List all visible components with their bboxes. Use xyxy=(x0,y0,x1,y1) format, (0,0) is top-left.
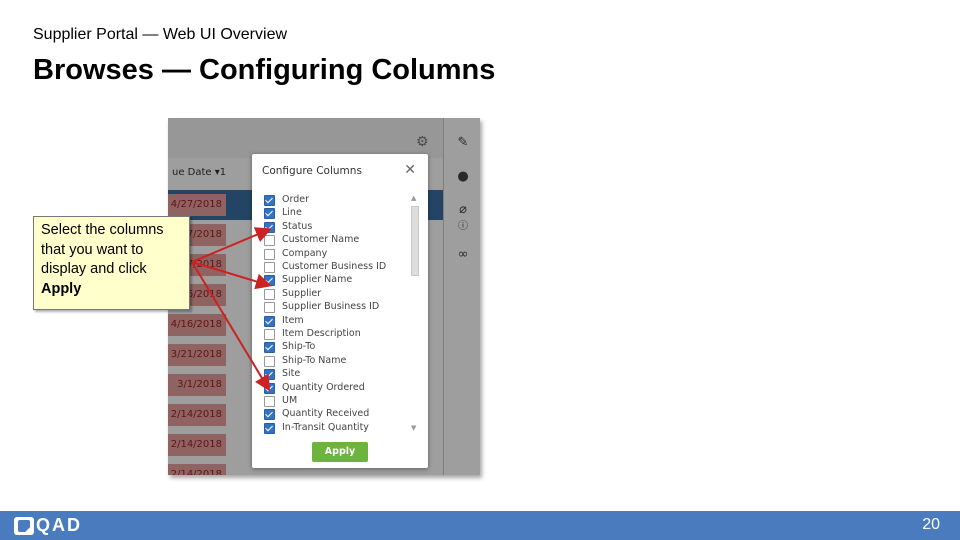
column-option-item-description[interactable]: Item Description xyxy=(262,328,412,341)
column-option-supplier-business-id[interactable]: Supplier Business ID xyxy=(262,301,412,314)
column-option-label: Status xyxy=(282,220,313,232)
column-option-order[interactable]: Order xyxy=(262,194,412,207)
checkbox[interactable] xyxy=(264,275,275,287)
checkbox[interactable] xyxy=(264,409,275,421)
column-option-supplier[interactable]: Supplier xyxy=(262,288,412,301)
scroll-thumb[interactable] xyxy=(411,206,419,276)
checkbox[interactable] xyxy=(264,329,275,340)
instruction-callout: Select the columns that you want to disp… xyxy=(33,216,190,310)
close-icon[interactable]: ✕ xyxy=(404,162,416,178)
column-option-label: Customer Business ID xyxy=(282,261,387,272)
footer-bar: QAD 20 xyxy=(0,511,960,540)
checkbox[interactable] xyxy=(264,262,275,273)
column-list[interactable]: Order Line Status Customer Name Company Custo… xyxy=(262,194,420,434)
screenshot: ⚙ ue Date ▾1 4/27/2018 4/27/2018 4/27/2018… xyxy=(168,118,480,475)
checkbox[interactable] xyxy=(264,248,275,260)
column-option-label: Quantity Received xyxy=(282,408,370,420)
column-option-label: Company xyxy=(282,247,328,259)
column-option-label: In-Transit Quantity xyxy=(282,421,369,433)
checkbox[interactable] xyxy=(264,302,275,314)
page-number: 20 xyxy=(922,516,940,533)
column-option-label: Ship-To xyxy=(282,341,316,353)
checkbox[interactable] xyxy=(264,288,275,300)
checkbox[interactable] xyxy=(264,422,275,434)
callout-text: Select the columns that you want to disp… xyxy=(41,222,164,277)
scroll-down-icon[interactable]: ▼ xyxy=(411,424,416,432)
scrollbar[interactable]: ▲ ▼ xyxy=(411,194,419,434)
column-option-label: Item Description xyxy=(282,328,361,339)
scroll-up-icon[interactable]: ▲ xyxy=(411,194,416,202)
column-option-label: Supplier Business ID xyxy=(282,301,380,313)
checkbox[interactable] xyxy=(264,382,275,394)
checkbox[interactable] xyxy=(264,355,275,367)
column-option-label: Line xyxy=(282,207,302,219)
column-option-um[interactable]: UM xyxy=(262,395,412,408)
configure-columns-dialog: Configure Columns ✕ Order Line Status Custo… xyxy=(252,154,428,468)
column-option-label: Order xyxy=(282,194,309,205)
checkbox[interactable] xyxy=(264,342,275,354)
column-option-in-transit-quantity[interactable]: In-Transit Quantity xyxy=(262,422,412,434)
column-option-supplier-name[interactable]: Supplier Name xyxy=(262,274,412,287)
slide-subtitle: Supplier Portal — Web UI Overview xyxy=(33,26,288,43)
column-option-ship-to[interactable]: Ship-To xyxy=(262,341,412,354)
column-option-label: UM xyxy=(282,395,298,406)
column-option-label: Site xyxy=(282,368,301,380)
column-option-line[interactable]: Line xyxy=(262,207,412,220)
apply-button[interactable]: Apply xyxy=(312,442,368,462)
checkbox[interactable] xyxy=(264,195,275,206)
column-option-status[interactable]: Status xyxy=(262,221,412,234)
column-option-label: Supplier Name xyxy=(282,274,353,286)
slide-title: Browses — Configuring Columns xyxy=(33,54,496,86)
checkbox[interactable] xyxy=(264,315,275,327)
column-option-label: Quantity Ordered xyxy=(282,381,365,393)
column-option-label: Ship-To Name xyxy=(282,354,347,366)
checkbox[interactable] xyxy=(264,369,275,381)
column-option-site[interactable]: Site xyxy=(262,368,412,381)
qad-logo-icon xyxy=(14,517,34,535)
column-option-quantity-received[interactable]: Quantity Received xyxy=(262,408,412,421)
column-option-company[interactable]: Company xyxy=(262,248,412,261)
column-option-ship-to-name[interactable]: Ship-To Name xyxy=(262,355,412,368)
column-option-item[interactable]: Item xyxy=(262,315,412,328)
callout-bold-text: Apply xyxy=(41,280,82,297)
checkbox[interactable] xyxy=(264,208,275,220)
column-option-quantity-ordered[interactable]: Quantity Ordered xyxy=(262,382,412,395)
column-option-label: Customer Name xyxy=(282,234,360,246)
checkbox[interactable] xyxy=(264,396,275,407)
qad-logo-text: QAD xyxy=(36,515,82,535)
checkbox[interactable] xyxy=(264,235,275,247)
column-option-customer-name[interactable]: Customer Name xyxy=(262,234,412,247)
column-option-label: Supplier xyxy=(282,287,322,299)
dialog-title: Configure Columns xyxy=(262,165,362,177)
column-option-label: Item xyxy=(282,314,304,326)
checkbox[interactable] xyxy=(264,221,275,233)
column-option-customer-business-id[interactable]: Customer Business ID xyxy=(262,261,412,274)
